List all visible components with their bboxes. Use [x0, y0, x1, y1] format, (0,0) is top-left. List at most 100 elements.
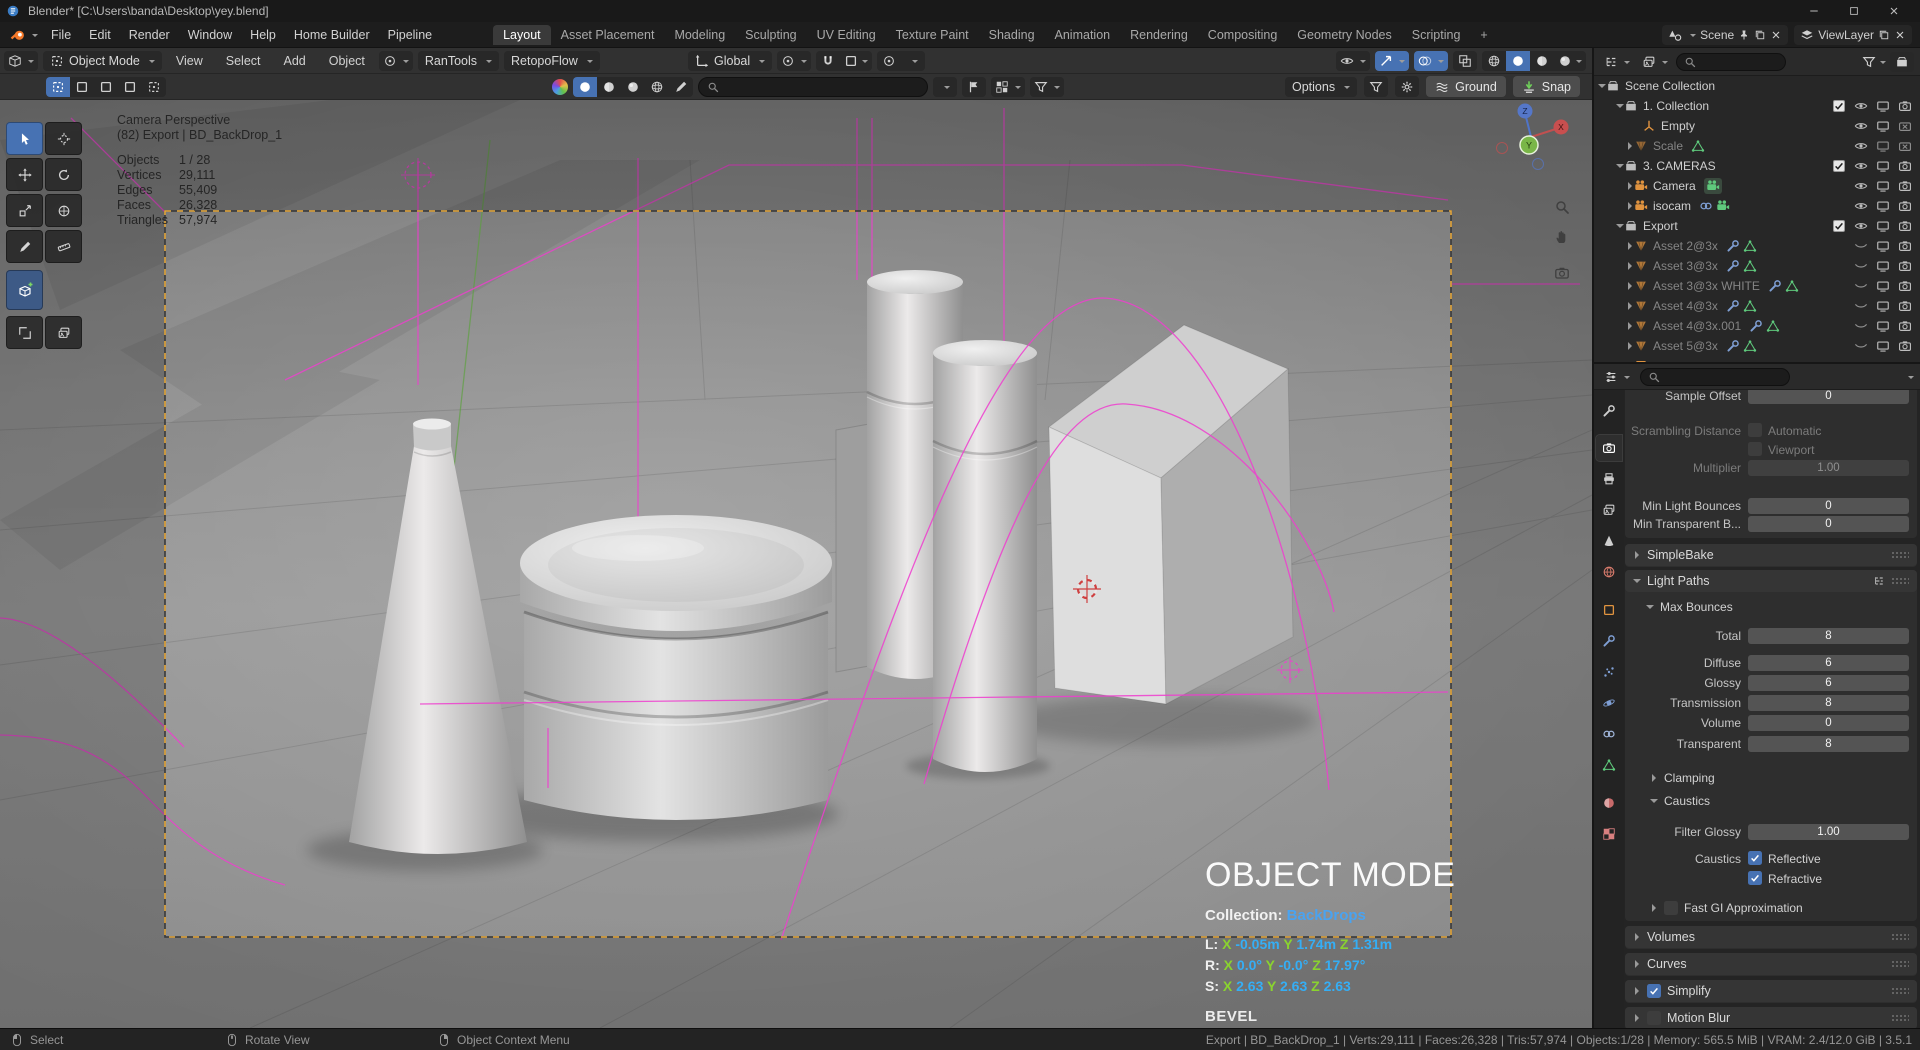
presets-icon[interactable] — [1873, 575, 1885, 587]
annotate-tool[interactable] — [6, 230, 43, 263]
simplebake-panel[interactable]: SimpleBake — [1625, 544, 1917, 567]
volumes-panel[interactable]: Volumes — [1625, 926, 1917, 949]
disable-viewport-toggle[interactable] — [1872, 299, 1894, 313]
add-workspace-button[interactable]: + — [1470, 25, 1497, 45]
close-button[interactable] — [1874, 0, 1914, 22]
gizmo-neg-x-axis[interactable] — [1497, 143, 1508, 154]
disable-viewport-toggle[interactable] — [1872, 119, 1894, 133]
select-mode-intersect[interactable] — [142, 77, 166, 97]
tab-rendering[interactable]: Rendering — [1120, 25, 1198, 45]
outliner-row-camera[interactable]: Camera — [1594, 176, 1920, 196]
shading-solid-button[interactable] — [1506, 51, 1530, 71]
cursor-tool[interactable] — [45, 122, 82, 155]
rantools-menu[interactable]: RanTools — [418, 51, 499, 71]
multiplier-field[interactable]: 1.00 — [1748, 460, 1909, 476]
pivot-point-dropdown[interactable] — [777, 51, 811, 71]
tab-compositing[interactable]: Compositing — [1198, 25, 1287, 45]
new-collection-button[interactable] — [1890, 52, 1914, 72]
matcap-preview-sphere[interactable] — [552, 79, 568, 95]
tab-scripting[interactable]: Scripting — [1402, 25, 1471, 45]
filter-dropdown[interactable] — [1030, 77, 1064, 97]
maximize-button[interactable] — [1834, 0, 1874, 22]
outliner-row-empty[interactable]: Empty — [1594, 116, 1920, 136]
tab-animation[interactable]: Animation — [1045, 25, 1121, 45]
menu-edit[interactable]: Edit — [80, 25, 120, 45]
properties-filter-dropdown[interactable] — [1904, 374, 1914, 380]
clamping-subpanel[interactable]: Clamping — [1650, 771, 1715, 785]
snap-toggle[interactable] — [816, 51, 840, 71]
tab-object[interactable] — [1596, 597, 1622, 623]
display-brush-button[interactable] — [669, 77, 693, 97]
caustics-subpanel[interactable]: Caustics — [1650, 794, 1710, 808]
collection-checkbox[interactable] — [1833, 220, 1845, 232]
tab-particles[interactable] — [1596, 659, 1622, 685]
display-type-dropdown[interactable] — [991, 77, 1025, 97]
curves-panel[interactable]: Curves — [1625, 953, 1917, 976]
disable-render-toggle[interactable] — [1894, 299, 1916, 313]
xray-toggle[interactable] — [1453, 51, 1477, 71]
menu-window[interactable]: Window — [179, 25, 241, 45]
filter-glossy-field[interactable]: 1.00 — [1748, 824, 1909, 840]
outliner-row-asset[interactable]: Asset 3@3x — [1594, 256, 1920, 276]
editor-type-button[interactable] — [4, 51, 38, 71]
ground-button[interactable]: Ground — [1426, 76, 1506, 97]
disable-viewport-toggle[interactable] — [1872, 279, 1894, 293]
disable-viewport-toggle[interactable] — [1872, 339, 1894, 353]
visibility-dropdown[interactable] — [1336, 51, 1370, 71]
hide-viewport-toggle[interactable] — [1850, 199, 1872, 213]
display-wire-button[interactable] — [645, 77, 669, 97]
disable-viewport-toggle[interactable] — [1872, 319, 1894, 333]
disable-viewport-toggle[interactable] — [1872, 239, 1894, 253]
properties-editor-type-button[interactable] — [1600, 367, 1634, 387]
outliner-editor-type-button[interactable] — [1600, 52, 1634, 72]
hide-viewport-toggle[interactable] — [1850, 299, 1872, 313]
options-dropdown[interactable]: Options — [1285, 77, 1357, 97]
menu-home-builder[interactable]: Home Builder — [285, 25, 379, 45]
transform-orientation-dropdown[interactable]: Global — [688, 51, 772, 71]
hide-viewport-toggle[interactable] — [1850, 259, 1872, 273]
search-options-dropdown[interactable] — [933, 77, 957, 97]
hide-viewport-toggle[interactable] — [1850, 319, 1872, 333]
panel-grip[interactable] — [1891, 1014, 1909, 1022]
volume-bounces-field[interactable]: 0 — [1748, 715, 1909, 731]
hide-viewport-toggle[interactable] — [1850, 279, 1872, 293]
min-light-bounces-field[interactable]: 0 — [1748, 498, 1909, 514]
panel-grip[interactable] — [1891, 577, 1909, 585]
outliner-row-scene-collection[interactable]: Scene Collection — [1594, 76, 1920, 96]
viewport-search-input[interactable] — [698, 77, 928, 97]
menu-add[interactable]: Add — [275, 51, 315, 71]
menu-help[interactable]: Help — [241, 25, 285, 45]
3d-viewport[interactable]: Camera Perspective (82) Export | BD_Back… — [0, 100, 1592, 1028]
mode-dropdown[interactable]: Object Mode — [43, 51, 162, 71]
tab-constraints[interactable] — [1596, 721, 1622, 747]
hide-viewport-toggle[interactable] — [1850, 179, 1872, 193]
outliner-search-input[interactable] — [1676, 53, 1786, 71]
new-scene-icon[interactable] — [1754, 29, 1766, 41]
outliner-row-asset[interactable]: Asset 4@3x.001 — [1594, 316, 1920, 336]
disable-viewport-toggle[interactable] — [1872, 179, 1894, 193]
disable-viewport-toggle[interactable] — [1872, 159, 1894, 173]
tab-output[interactable] — [1596, 466, 1622, 492]
outliner-display-mode-dropdown[interactable] — [1638, 52, 1672, 72]
menu-file[interactable]: File — [42, 25, 80, 45]
select-box-tool[interactable] — [6, 122, 43, 155]
retopoflow-menu[interactable]: RetopoFlow — [504, 51, 600, 71]
remove-viewlayer-icon[interactable] — [1894, 29, 1906, 41]
automatic-checkbox[interactable] — [1748, 423, 1762, 437]
move-tool[interactable] — [6, 158, 43, 191]
tab-view-layer[interactable] — [1596, 497, 1622, 523]
camera-view-button[interactable] — [1549, 260, 1575, 286]
tab-material[interactable] — [1596, 790, 1622, 816]
disable-render-toggle[interactable] — [1894, 239, 1916, 253]
sample-offset-field[interactable]: 0 — [1748, 390, 1909, 404]
pin-icon[interactable] — [1738, 29, 1750, 41]
rotate-tool[interactable] — [45, 158, 82, 191]
disable-render-toggle[interactable] — [1894, 159, 1916, 173]
tab-physics[interactable] — [1596, 690, 1622, 716]
hide-viewport-toggle[interactable] — [1850, 159, 1872, 173]
proportional-falloff-dropdown[interactable] — [901, 51, 925, 71]
transparent-bounces-field[interactable]: 8 — [1748, 736, 1909, 752]
disable-render-toggle[interactable] — [1894, 119, 1916, 133]
new-viewlayer-icon[interactable] — [1878, 29, 1890, 41]
menu-view[interactable]: View — [167, 51, 212, 71]
